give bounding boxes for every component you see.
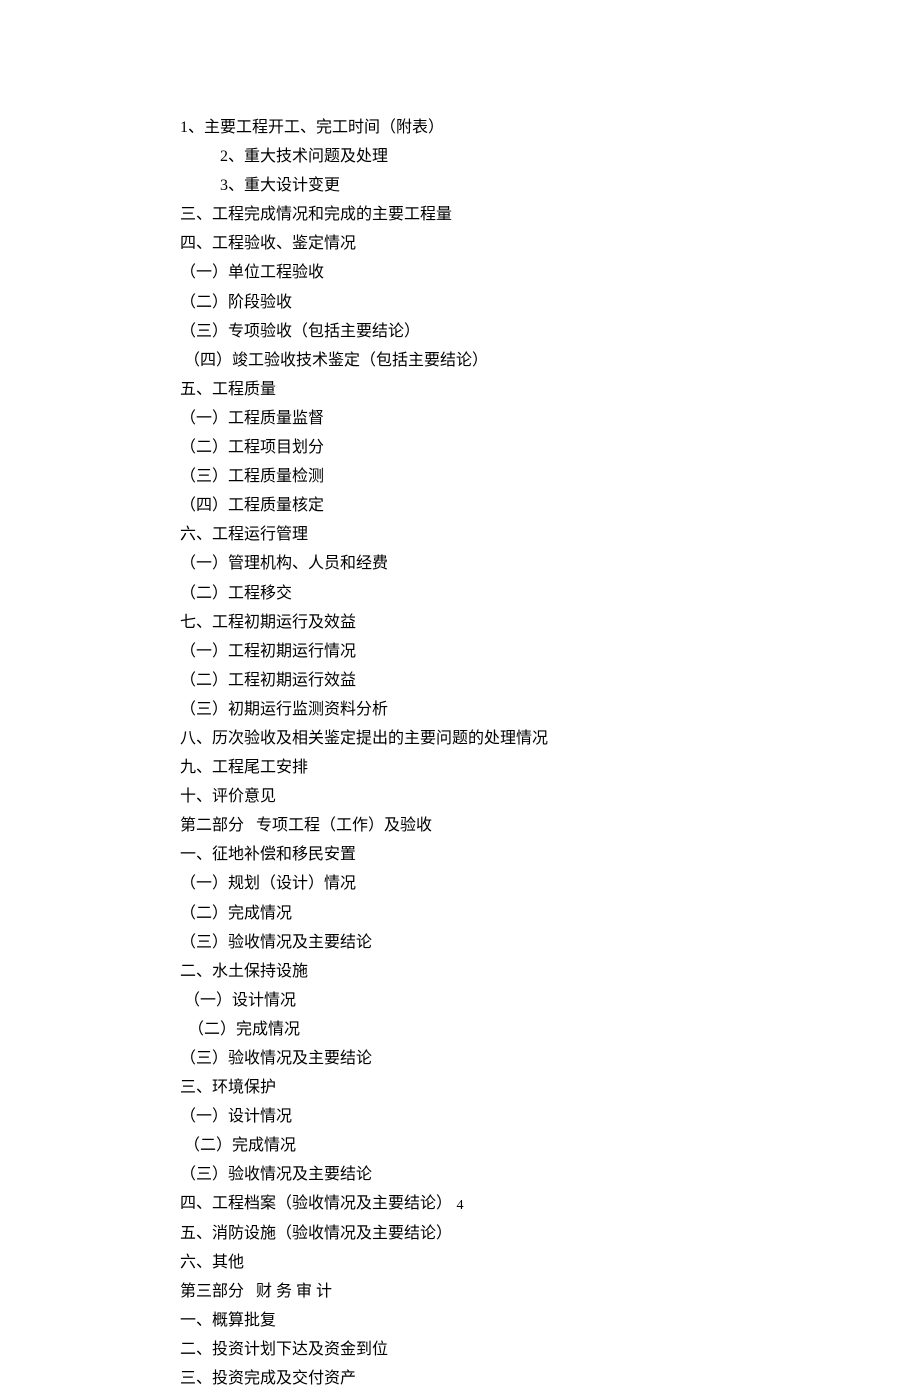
document-line: （一）管理机构、人员和经费 bbox=[180, 551, 740, 577]
document-line: （二）阶段验收 bbox=[180, 290, 740, 316]
document-line: 三、环境保护 bbox=[180, 1075, 740, 1101]
document-line: （一）规划（设计）情况 bbox=[180, 871, 740, 897]
document-line: 一、概算批复 bbox=[180, 1308, 740, 1334]
document-line: （四）工程质量核定 bbox=[180, 493, 740, 519]
document-line: （一）设计情况 bbox=[180, 1104, 740, 1130]
document-line: 七、工程初期运行及效益 bbox=[180, 610, 740, 636]
document-line: 2、重大技术问题及处理 bbox=[180, 144, 740, 170]
document-line: 二、水土保持设施 bbox=[180, 959, 740, 985]
document-line: 三、工程完成情况和完成的主要工程量 bbox=[180, 202, 740, 228]
document-line: （一）设计情况 bbox=[180, 988, 740, 1014]
document-line: 六、工程运行管理 bbox=[180, 522, 740, 548]
document-line: 3、重大设计变更 bbox=[180, 173, 740, 199]
document-body: 1、主要工程开工、完工时间（附表） 2、重大技术问题及处理 3、重大设计变更三、工程… bbox=[0, 0, 740, 1392]
document-line: （三）验收情况及主要结论 bbox=[180, 930, 740, 956]
document-line: 一、征地补偿和移民安置 bbox=[180, 842, 740, 868]
page-number: 4 bbox=[0, 1195, 920, 1217]
document-line: （一）单位工程验收 bbox=[180, 260, 740, 286]
document-line: （二）工程初期运行效益 bbox=[180, 668, 740, 694]
document-line: （二）完成情况 bbox=[180, 901, 740, 927]
document-line: 五、工程质量 bbox=[180, 377, 740, 403]
document-line: （三）专项验收（包括主要结论） bbox=[180, 319, 740, 345]
document-line: （二）完成情况 bbox=[180, 1133, 740, 1159]
document-line: （四）竣工验收技术鉴定（包括主要结论） bbox=[180, 348, 740, 374]
document-line: 九、工程尾工安排 bbox=[180, 755, 740, 781]
document-line: 第二部分 专项工程（工作）及验收 bbox=[180, 813, 740, 839]
document-line: 六、其他 bbox=[180, 1250, 740, 1276]
document-line: （三）验收情况及主要结论 bbox=[180, 1162, 740, 1188]
document-line: （二）完成情况 bbox=[180, 1017, 740, 1043]
document-line: 第三部分 财 务 审 计 bbox=[180, 1279, 740, 1305]
document-line: （一）工程初期运行情况 bbox=[180, 639, 740, 665]
document-line: （三）验收情况及主要结论 bbox=[180, 1046, 740, 1072]
document-line: （一）工程质量监督 bbox=[180, 406, 740, 432]
document-line: （二）工程移交 bbox=[180, 581, 740, 607]
document-line: （三）初期运行监测资料分析 bbox=[180, 697, 740, 723]
document-line: （二）工程项目划分 bbox=[180, 435, 740, 461]
document-line: 四、工程验收、鉴定情况 bbox=[180, 231, 740, 257]
document-line: （三）工程质量检测 bbox=[180, 464, 740, 490]
document-line: 八、历次验收及相关鉴定提出的主要问题的处理情况 bbox=[180, 726, 740, 752]
document-line: 十、评价意见 bbox=[180, 784, 740, 810]
document-line: 五、消防设施（验收情况及主要结论） bbox=[180, 1221, 740, 1247]
document-line: 二、投资计划下达及资金到位 bbox=[180, 1337, 740, 1363]
document-line: 三、投资完成及交付资产 bbox=[180, 1366, 740, 1392]
document-line: 1、主要工程开工、完工时间（附表） bbox=[180, 115, 740, 141]
